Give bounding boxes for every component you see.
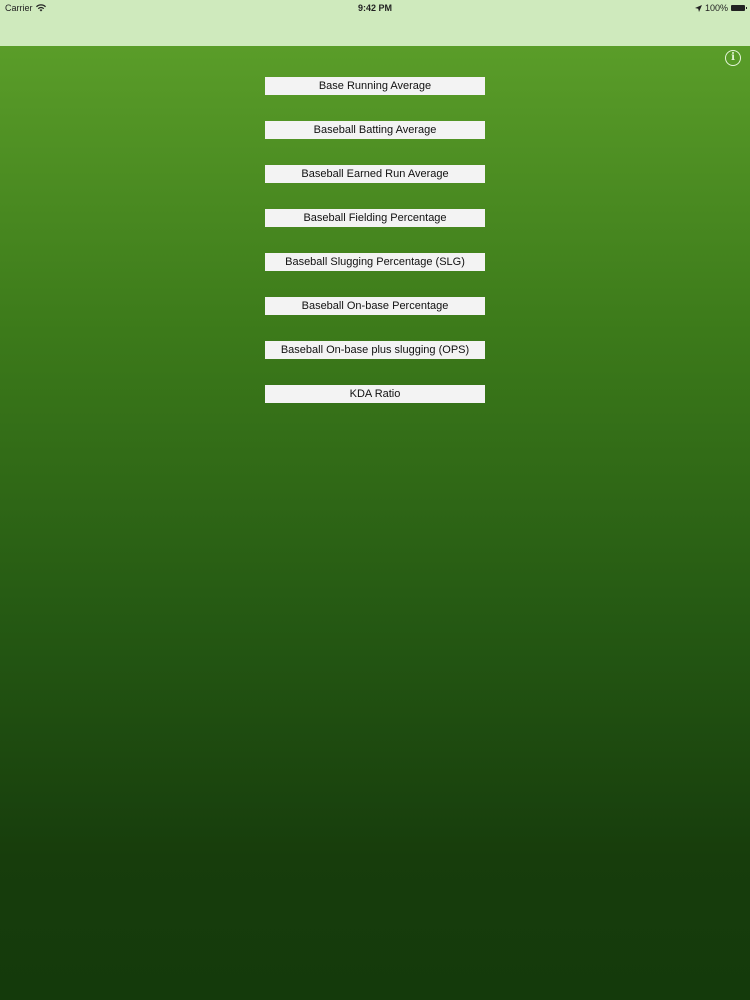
navigation-bar: [0, 16, 750, 46]
batting-average-button[interactable]: Baseball Batting Average: [265, 121, 485, 139]
fielding-percentage-button[interactable]: Baseball Fielding Percentage: [265, 209, 485, 227]
on-base-plus-slugging-button[interactable]: Baseball On-base plus slugging (OPS): [265, 341, 485, 359]
slugging-percentage-button[interactable]: Baseball Slugging Percentage (SLG): [265, 253, 485, 271]
status-right: 100%: [694, 3, 747, 13]
on-base-percentage-button[interactable]: Baseball On-base Percentage: [265, 297, 485, 315]
main-content: i Base Running Average Baseball Batting …: [0, 46, 750, 1000]
earned-run-average-button[interactable]: Baseball Earned Run Average: [265, 165, 485, 183]
info-icon[interactable]: i: [725, 50, 741, 66]
battery-icon: [731, 5, 747, 11]
kda-ratio-button[interactable]: KDA Ratio: [265, 385, 485, 403]
location-arrow-icon: [694, 4, 702, 12]
battery-percentage: 100%: [704, 3, 728, 13]
base-running-average-button[interactable]: Base Running Average: [265, 77, 485, 95]
calculator-menu: Base Running Average Baseball Batting Av…: [265, 77, 485, 429]
status-time: 9:42 PM: [357, 3, 392, 13]
status-bar: Carrier 9:42 PM 100%: [0, 0, 750, 16]
